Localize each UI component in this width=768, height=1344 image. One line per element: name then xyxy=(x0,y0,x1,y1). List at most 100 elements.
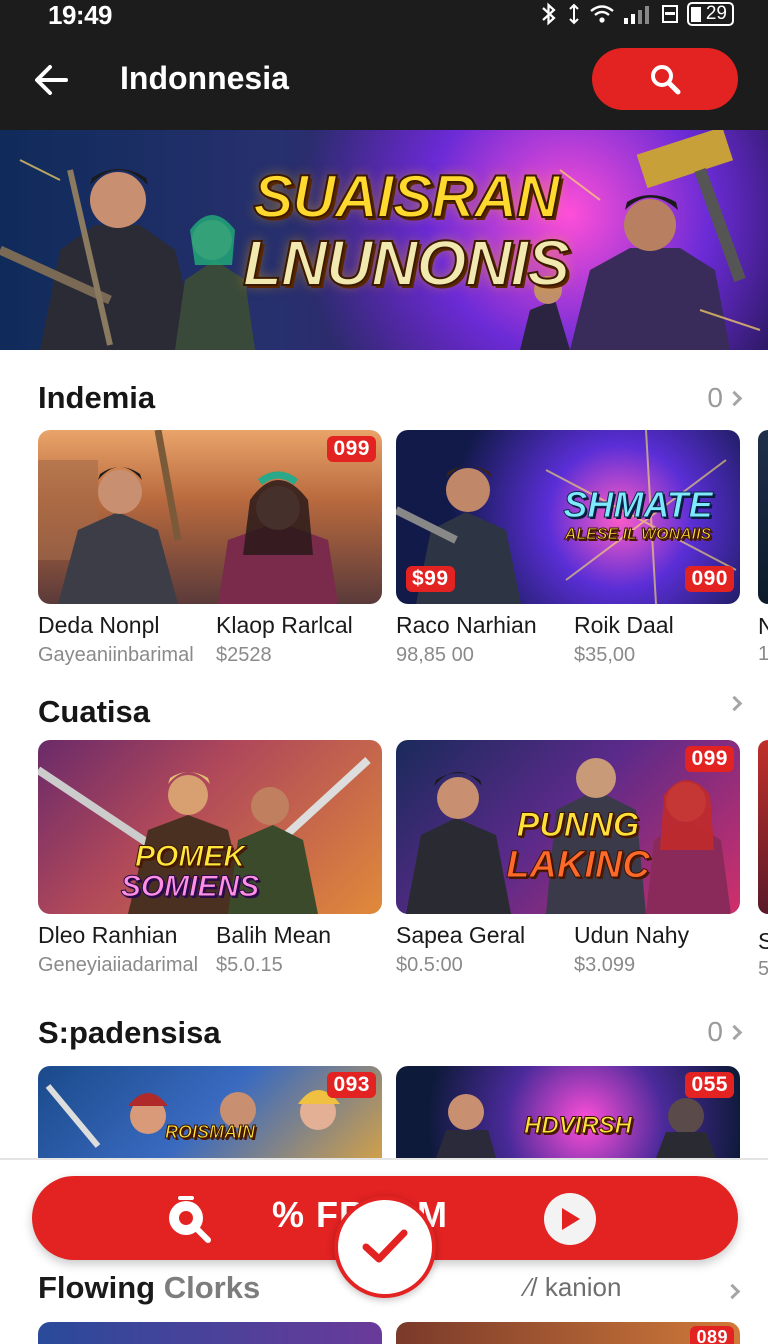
section-3-more-label: 0 xyxy=(707,1016,723,1047)
game-card[interactable]: 089 xyxy=(396,1322,740,1344)
back-arrow-icon[interactable] xyxy=(30,60,74,100)
section-2-see-more[interactable] xyxy=(726,695,743,712)
chevron-right-icon xyxy=(724,1283,741,1300)
footer-see-more[interactable] xyxy=(724,1283,741,1302)
banner-title-line2: LNUNONIS xyxy=(242,226,571,300)
thumbnail-title: HDVIRSH xyxy=(523,1112,632,1140)
thumbnail-title: PUNNG xyxy=(516,806,640,845)
item-name: Roik Daal xyxy=(574,612,674,638)
price-tag: $99 xyxy=(406,566,455,592)
peek-name: S xyxy=(758,928,768,954)
section-2-row: POMEK SOMIENS Dleo Ranhian Geneyiaiiadar… xyxy=(38,740,740,976)
footer-title-light: Clorks xyxy=(155,1270,261,1305)
status-time: 19:49 xyxy=(48,0,113,30)
game-card[interactable]: HDVIRSH 055 xyxy=(396,1066,740,1158)
thumbnail-subtitle: LAKINC xyxy=(506,844,651,887)
page-title: Indonnesia xyxy=(120,60,289,96)
thumbnail-subtitle: SOMIENS xyxy=(120,870,260,904)
battery-level: 29 xyxy=(705,3,727,24)
chevron-right-icon xyxy=(726,695,743,712)
bottom-divider xyxy=(0,1158,768,1160)
price-tag: 099 xyxy=(685,746,734,772)
game-thumbnail: ROISMAIN 093 xyxy=(38,1066,382,1158)
game-card[interactable]: SHMATE ALESE IL WONAIIS $99 090 Raco Nar… xyxy=(396,430,740,666)
item-name: Klaop Rarlcal xyxy=(216,612,353,638)
search-button[interactable] xyxy=(592,48,738,110)
footer-right-label: kanion xyxy=(544,1272,622,1302)
item-price: $2528 xyxy=(216,644,272,666)
sim-icon xyxy=(661,5,678,23)
timer-search-icon xyxy=(169,1196,211,1243)
top-bar: 19:49 29 Indonnesia xyxy=(0,0,768,130)
footer-section-title: Flowing Clorks xyxy=(38,1270,260,1306)
section-1-more-label: 0 xyxy=(707,382,723,413)
peek-sub: 1 xyxy=(758,643,768,665)
item-name: Balih Mean xyxy=(216,922,332,948)
price-tag: 055 xyxy=(685,1072,734,1098)
section-title-2: Cuatisa xyxy=(38,694,150,729)
signal-icon xyxy=(623,6,649,24)
section-title-1: Indemia xyxy=(38,380,156,415)
peek-name: N xyxy=(758,613,768,639)
footer-title-dark: Flowing xyxy=(38,1270,156,1305)
card-meta: Raco Narhian 98,85 00 Roik Daal $35,00 xyxy=(396,604,740,666)
item-name: Udun Nahy xyxy=(574,922,690,948)
checkmark-icon xyxy=(362,1229,408,1263)
section-title-3: S:padensisa xyxy=(38,1015,221,1050)
thumbnail-subtitle: ALESE IL WONAIIS xyxy=(564,526,712,544)
section-1-see-more[interactable]: 0 xyxy=(707,382,743,414)
footer-right-link[interactable]: ⁄/ kanion xyxy=(526,1272,621,1303)
next-card-peek[interactable] xyxy=(758,740,768,914)
item-price: $5.0.15 xyxy=(216,954,283,976)
item-name: Raco Narhian xyxy=(396,612,537,638)
item-price: $35,00 xyxy=(574,644,636,666)
game-card[interactable] xyxy=(38,1322,382,1344)
price-tag: 089 xyxy=(690,1326,734,1344)
item-price: $3.099 xyxy=(574,954,636,976)
status-icons: 29 xyxy=(539,2,734,26)
thumbnail-title: POMEK xyxy=(134,840,245,874)
hero-banner[interactable]: SUAISRAN LNUNONIS xyxy=(0,130,768,350)
game-card[interactable]: 099 Deda Nonpl Gayeaniinbarimal Klaop Ra… xyxy=(38,430,382,666)
item-price: $0.5:00 xyxy=(396,954,463,976)
wifi-icon xyxy=(590,5,614,23)
battery-indicator: 29 xyxy=(686,2,734,26)
thumbnail-title: SHMATE xyxy=(563,484,713,526)
confirm-fab[interactable] xyxy=(334,1196,436,1298)
game-thumbnail: SHMATE ALESE IL WONAIIS $99 090 xyxy=(396,430,740,604)
app-screen: 19:49 29 Indonnesia SUAISRAN LNUNONIS In… xyxy=(0,0,768,1344)
thumbnail-title: ROISMAIN xyxy=(165,1122,256,1143)
card-meta: Sapea Geral $0.5:00 Udun Nahy $3.099 xyxy=(396,914,740,976)
game-card[interactable]: ROISMAIN 093 xyxy=(38,1066,382,1158)
play-button[interactable] xyxy=(544,1193,596,1245)
banner-title-line1: SUAISRAN xyxy=(252,162,560,231)
vibrate-icon xyxy=(569,3,579,25)
game-thumbnail: HDVIRSH 055 xyxy=(396,1066,740,1158)
next-card-peek[interactable] xyxy=(758,430,768,604)
footer-right-prefix: ⁄/ xyxy=(526,1272,538,1302)
battery-icon xyxy=(690,6,701,22)
chevron-right-icon xyxy=(726,390,743,406)
game-card[interactable]: POMEK SOMIENS Dleo Ranhian Geneyiaiiadar… xyxy=(38,740,382,976)
game-thumbnail: PUNNG LAKINC 099 xyxy=(396,740,740,914)
item-sub: Geneyiaiiadarimal xyxy=(38,954,199,976)
item-sub: Gayeaniinbarimal xyxy=(38,644,194,666)
app-bar: Indonnesia xyxy=(0,48,768,112)
price-tag: 093 xyxy=(327,1072,376,1098)
bluetooth-icon xyxy=(542,2,556,26)
item-name: Deda Nonpl xyxy=(38,612,160,638)
section-3-row: ROISMAIN 093 HDVIRSH 055 xyxy=(38,1066,740,1158)
item-price: 98,85 00 xyxy=(396,644,474,666)
game-thumbnail: POMEK SOMIENS xyxy=(38,740,382,914)
section-1-row: 099 Deda Nonpl Gayeaniinbarimal Klaop Ra… xyxy=(38,430,740,666)
game-card[interactable]: PUNNG LAKINC 099 Sapea Geral $0.5:00 Udu… xyxy=(396,740,740,976)
item-name: Dleo Ranhian xyxy=(38,922,178,948)
section-3-see-more[interactable]: 0 xyxy=(707,1016,743,1048)
peek-sub: 5 xyxy=(758,958,768,980)
chevron-right-icon xyxy=(726,1024,743,1040)
item-name: Sapea Geral xyxy=(396,922,526,948)
search-icon xyxy=(651,65,681,95)
action-pill-prefix: % xyxy=(272,1194,306,1235)
footer-row: 089 xyxy=(38,1322,740,1344)
game-thumbnail: 099 xyxy=(38,430,382,604)
